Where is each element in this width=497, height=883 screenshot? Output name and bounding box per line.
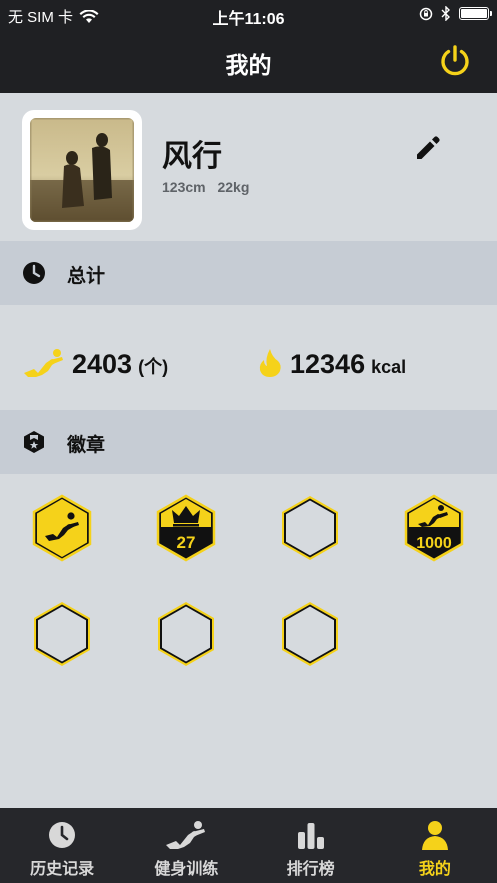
avatar-frame[interactable] xyxy=(22,110,142,230)
badge-4-text: 1000 xyxy=(416,535,452,552)
tab-mine[interactable]: 我的 xyxy=(373,808,497,883)
person-icon xyxy=(421,821,448,850)
battery-fill xyxy=(461,9,487,18)
bar-chart-icon xyxy=(297,823,324,849)
status-bar: 无 SIM 卡 上午11:06 xyxy=(0,0,497,30)
bluetooth-icon xyxy=(441,6,450,21)
calorie-unit: kcal xyxy=(371,357,407,377)
calorie-total: 12346 kcal xyxy=(256,341,406,380)
avatar xyxy=(28,116,136,224)
situp-1000-badge-icon[interactable]: 1000 xyxy=(403,494,465,562)
badge-2-text: 27 xyxy=(177,533,196,552)
profile-stats: 123cm 22kg xyxy=(162,179,249,195)
situp-icon xyxy=(166,821,206,849)
calorie-value: 12346 xyxy=(290,349,366,379)
tab-training[interactable]: 健身训练 xyxy=(124,808,248,883)
situp-icon xyxy=(24,349,63,377)
tab-ranking-label: 排行榜 xyxy=(286,861,335,878)
profile-height: 123cm xyxy=(162,179,206,195)
empty-badge-icon[interactable] xyxy=(279,600,341,668)
clock-icon xyxy=(23,262,45,284)
situp-count: 2403 (个) xyxy=(22,341,168,380)
totals-panel: 2403 (个) 12346 kcal xyxy=(0,305,497,410)
power-icon[interactable] xyxy=(437,43,473,79)
crown-badge-icon[interactable]: 27 xyxy=(155,494,217,562)
tab-history[interactable]: 历史记录 xyxy=(0,808,124,883)
page-title: 我的 xyxy=(225,52,272,78)
badges-grid: 27 1000 xyxy=(0,474,497,808)
medal-icon xyxy=(24,431,44,453)
situp-badge-icon[interactable] xyxy=(31,494,93,562)
situp-count-value: 2403 xyxy=(72,349,133,379)
empty-badge-icon[interactable] xyxy=(31,600,93,668)
situp-count-unit: (个) xyxy=(138,357,169,377)
profile-card: 风行 123cm 22kg xyxy=(0,93,497,241)
rotation-lock-icon xyxy=(419,7,433,20)
badges-section-header: 徽章 xyxy=(0,410,497,474)
profile-name: 风行 xyxy=(162,140,222,173)
totals-section-label: 总计 xyxy=(67,266,106,287)
nav-bar: 我的 xyxy=(0,30,497,93)
clock-icon xyxy=(49,822,76,848)
totals-section-header: 总计 xyxy=(0,241,497,305)
status-right xyxy=(419,6,492,21)
tab-bar: 历史记录 健身训练 排行榜 我的 xyxy=(0,808,497,883)
pencil-icon[interactable] xyxy=(414,134,442,162)
badges-section-label: 徽章 xyxy=(67,435,106,456)
tab-mine-label: 我的 xyxy=(418,861,451,878)
profile-weight: 22kg xyxy=(217,179,250,195)
tab-ranking[interactable]: 排行榜 xyxy=(249,808,373,883)
empty-badge-icon[interactable] xyxy=(279,494,341,562)
empty-badge-icon[interactable] xyxy=(155,600,217,668)
tab-history-label: 历史记录 xyxy=(30,861,95,878)
flame-icon xyxy=(259,349,281,377)
battery-icon xyxy=(459,7,492,20)
tab-training-label: 健身训练 xyxy=(154,861,219,878)
